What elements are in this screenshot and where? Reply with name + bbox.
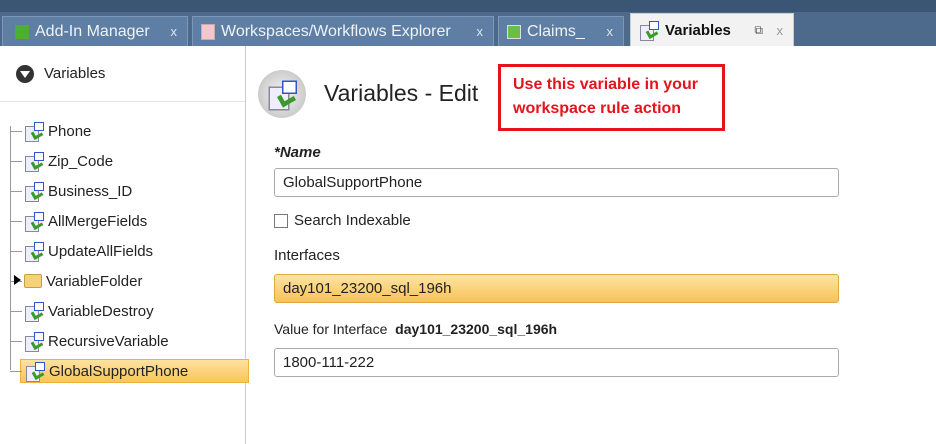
sidebar-header[interactable]: Variables [0,46,245,102]
label-text: Value for Interface [274,321,388,337]
item-label: Zip_Code [48,152,114,170]
item-label: AllMergeFields [48,212,148,230]
tab-claims[interactable]: Claims_ x [498,16,624,46]
value-for-interface-label: Value for Interface day101_23200_sql_196… [274,321,557,337]
tree-item-variablefolder[interactable]: VariableFolder [10,266,246,296]
tree-item-globalsupportphone[interactable]: GlobalSupportPhone [10,356,250,386]
tab-bar: Add-In Manager x Workspaces/Workflows Ex… [0,0,936,46]
tree-item-variabledestroy[interactable]: VariableDestroy [10,296,246,326]
tree-item-business-id[interactable]: Business_ID [10,176,246,206]
interfaces-label: Interfaces [274,247,340,264]
puzzle-icon [15,24,29,39]
item-label: VariableDestroy [48,302,154,320]
close-icon[interactable]: x [477,24,484,39]
folder-icon [24,274,42,288]
edit-panel: Variables - Edit Use this variable in yo… [258,46,936,444]
expand-arrow-icon[interactable] [14,275,21,285]
item-label: UpdateAllFields [48,242,154,260]
restore-icon[interactable]: ⧉ [754,23,763,38]
interface-name: day101_23200_sql_196h [395,321,558,337]
variable-icon [24,152,44,172]
tab-label: Variables [665,21,731,39]
variable-icon [639,21,659,41]
value-input[interactable]: 1800-111-222 [274,348,839,377]
item-label: GlobalSupportPhone [49,362,189,380]
item-label: Business_ID [48,182,133,200]
sidebar-title: Variables [44,65,106,82]
variable-icon [24,182,44,202]
tree-item-allmergefields[interactable]: AllMergeFields [10,206,246,236]
search-indexable-checkbox[interactable]: Search Indexable [274,212,411,229]
close-icon[interactable]: x [777,23,784,38]
tree-item-phone[interactable]: Phone [10,116,246,146]
tree-item-updateallfields[interactable]: UpdateAllFields [10,236,246,266]
item-label: RecursiveVariable [48,332,169,350]
variable-icon [24,302,44,322]
name-label: *Name [274,144,321,161]
annotation-callout: Use this variable in your workspace rule… [498,64,725,131]
tab-label: Add-In Manager [35,22,150,40]
variable-icon [24,122,44,142]
variable-edit-icon [258,70,306,118]
top-strip [0,0,936,12]
close-icon[interactable]: x [171,24,178,39]
tab-add-in-manager[interactable]: Add-In Manager x [2,16,188,46]
close-icon[interactable]: x [607,24,614,39]
variables-sidebar: Variables Phone Zip_Code Business_ID All… [0,46,250,444]
tree-item-recursivevariable[interactable]: RecursiveVariable [10,326,246,356]
interface-list-item[interactable]: day101_23200_sql_196h [274,274,839,303]
tab-variables[interactable]: Variables ⧉ x [630,13,794,46]
tab-workspaces-explorer[interactable]: Workspaces/Workflows Explorer x [192,16,494,46]
checkbox[interactable] [274,214,288,229]
variable-icon [24,242,44,262]
variable-icon [24,212,44,232]
tree-item-zip-code[interactable]: Zip_Code [10,146,246,176]
collapse-icon[interactable] [16,64,34,83]
item-label: Phone [48,122,92,140]
tab-label: Claims_ [527,22,585,40]
tab-label: Workspaces/Workflows Explorer [221,22,451,40]
name-input[interactable]: GlobalSupportPhone [274,168,839,197]
claims-icon [507,24,521,39]
variables-tree: Phone Zip_Code Business_ID AllMergeField… [10,116,250,386]
checkbox-label: Search Indexable [294,212,411,229]
variable-icon [24,332,44,352]
item-label: VariableFolder [46,272,143,290]
page-title: Variables - Edit [324,80,479,106]
workspace-icon [201,23,215,40]
variable-icon [25,362,45,382]
selected-item: GlobalSupportPhone [20,359,250,383]
